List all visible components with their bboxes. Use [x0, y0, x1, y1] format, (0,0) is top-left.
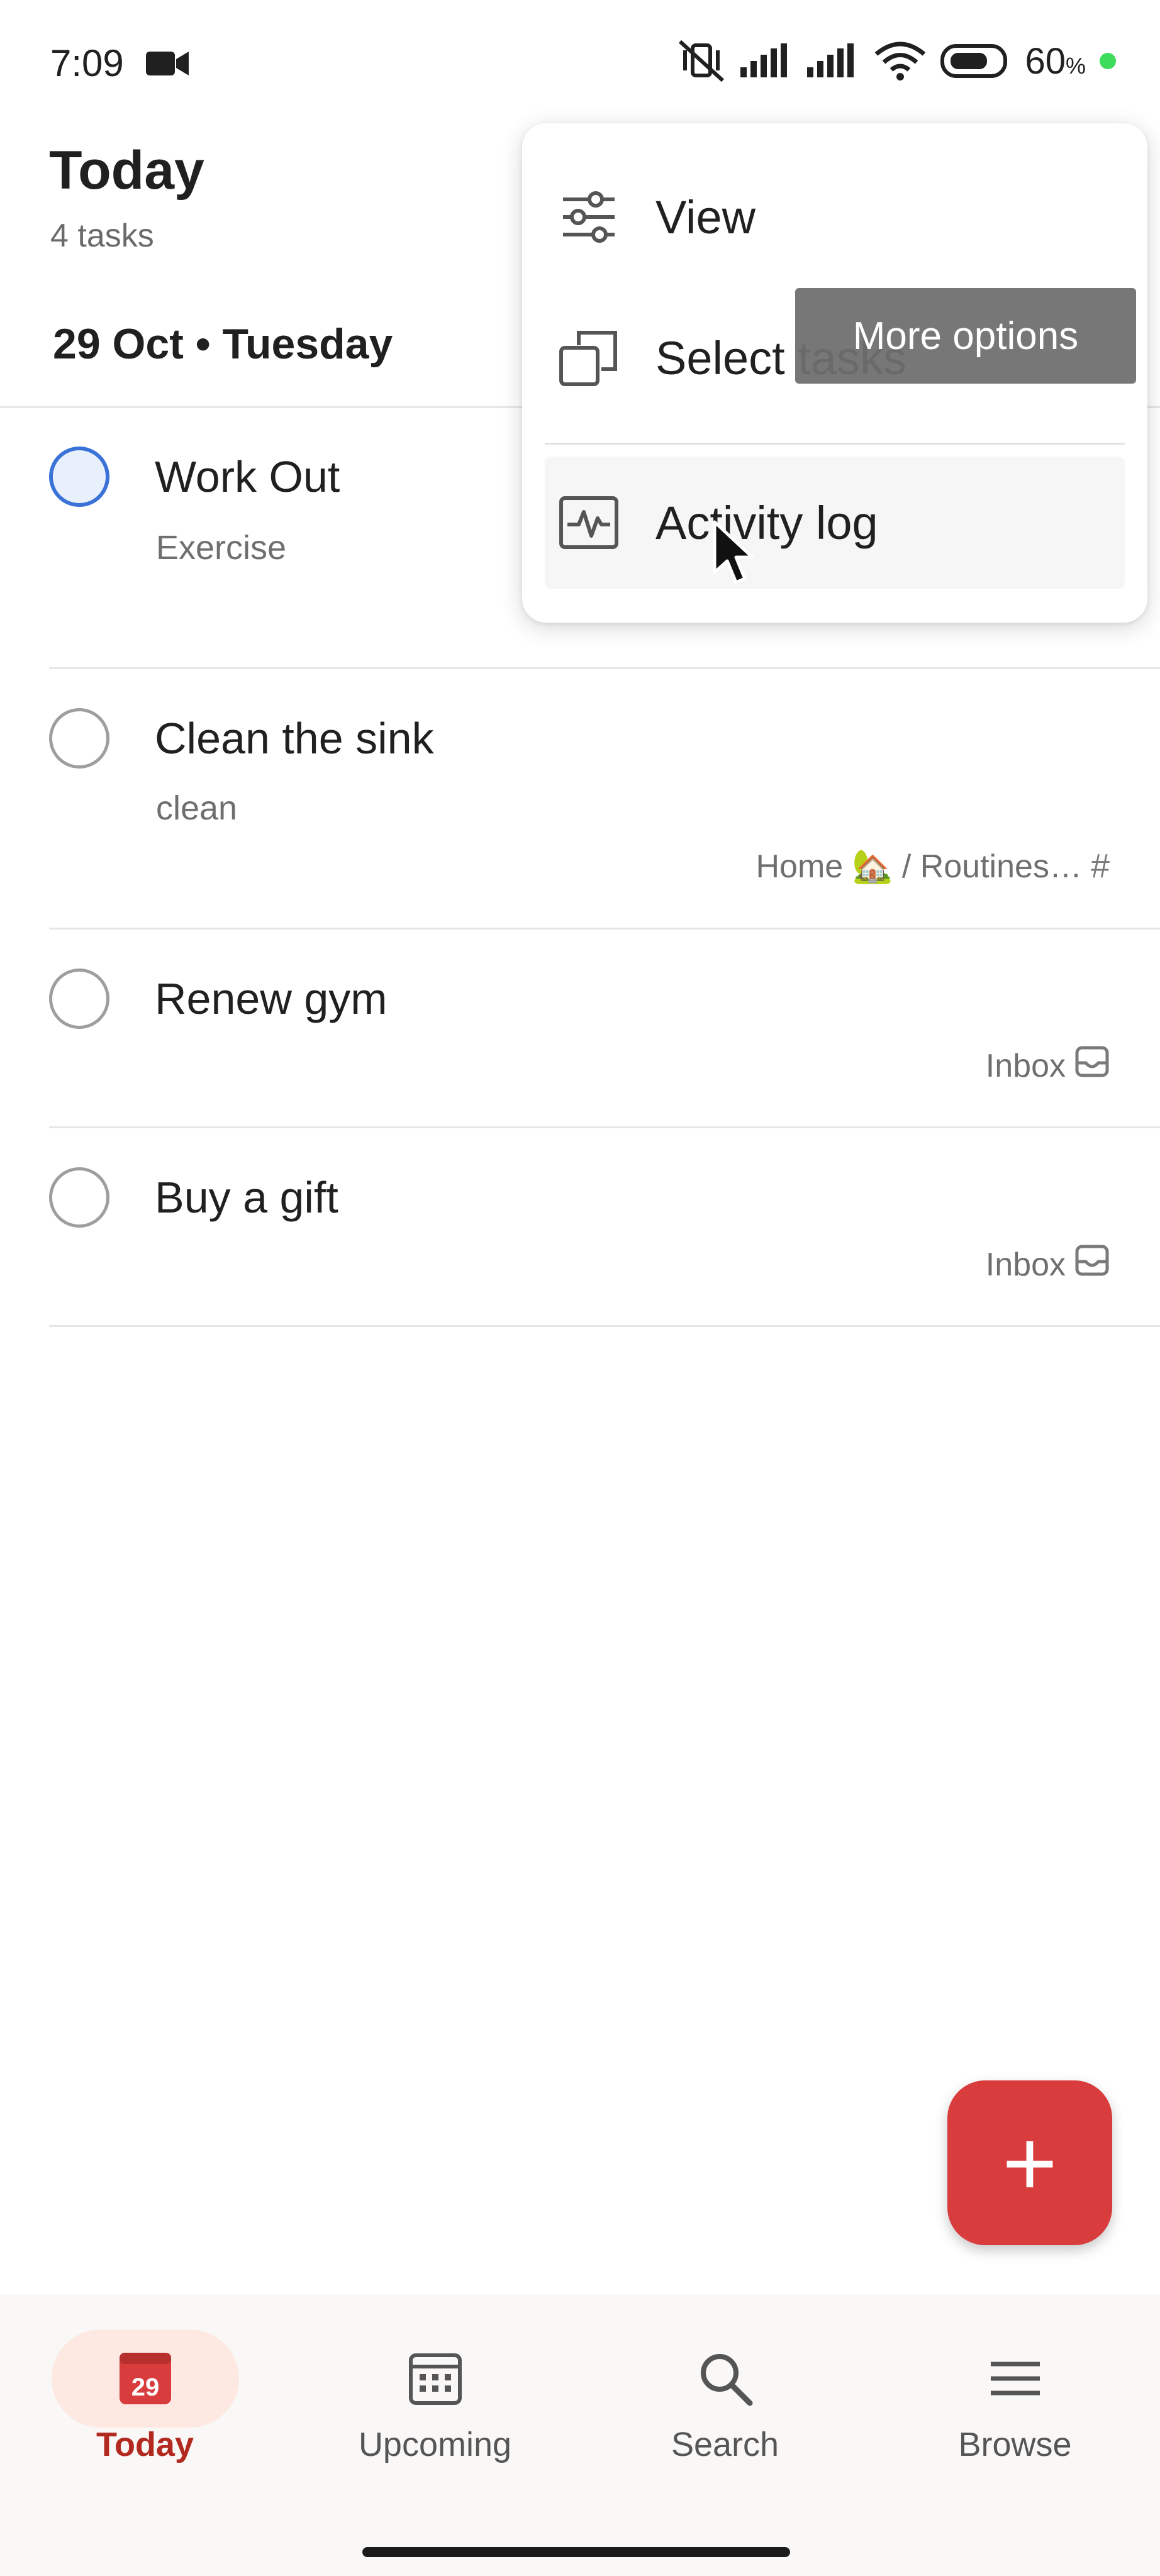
task-title: Work Out — [155, 452, 340, 501]
task-row-buy-a-gift[interactable]: Buy a gift Inbox — [49, 1128, 1160, 1327]
video-camera-icon — [146, 49, 190, 81]
menu-item-label: View — [655, 191, 756, 243]
task-project: Inbox — [986, 1045, 1110, 1086]
menu-item-view[interactable]: View — [545, 151, 1125, 283]
calendar-badge: 29 — [131, 2373, 159, 2401]
status-bar: 7:09 60% — [0, 0, 1160, 132]
nav-item-today[interactable]: 29 Today — [0, 2294, 290, 2483]
add-task-button[interactable]: + — [947, 2080, 1112, 2245]
task-title: Renew gym — [155, 974, 388, 1023]
inbox-icon — [1074, 1244, 1110, 1285]
vibrate-off-icon — [676, 39, 727, 83]
nav-label: Today — [96, 2426, 194, 2463]
task-checkbox[interactable] — [49, 708, 109, 769]
task-project: Inbox — [986, 1244, 1110, 1285]
status-time: 7:09 — [50, 42, 124, 84]
bottom-navigation: 29 Today Upcoming Search Browse — [0, 2294, 1160, 2576]
nav-item-upcoming[interactable]: Upcoming — [290, 2294, 580, 2483]
battery-icon — [940, 44, 1011, 78]
menu-item-activity-log[interactable]: Activity log — [545, 457, 1125, 589]
hashtag-icon: # — [1090, 847, 1110, 885]
task-checkbox[interactable] — [49, 969, 109, 1029]
more-options-tooltip: More options — [795, 288, 1136, 384]
wifi-icon — [874, 42, 927, 80]
signal-icon — [740, 43, 793, 79]
task-checkbox[interactable] — [49, 1167, 109, 1228]
search-icon — [697, 2347, 754, 2410]
nav-item-search[interactable]: Search — [580, 2294, 870, 2483]
nav-label: Upcoming — [358, 2426, 512, 2463]
activity-icon — [545, 496, 633, 550]
privacy-indicator — [1100, 53, 1116, 69]
task-title: Buy a gift — [155, 1173, 338, 1222]
task-description: Exercise — [156, 529, 287, 567]
status-indicators: 60% — [676, 39, 1116, 83]
project-label: Home 🏡 / Routines… — [756, 848, 1082, 885]
page-title: Today — [49, 140, 204, 201]
inbox-icon — [1074, 1045, 1110, 1086]
sliders-icon — [545, 191, 633, 243]
project-label: Inbox — [985, 1047, 1066, 1084]
home-indicator[interactable] — [362, 2547, 790, 2557]
nav-label: Browse — [958, 2426, 1072, 2463]
calendar-today-icon: 29 — [117, 2347, 174, 2410]
nav-label: Search — [671, 2426, 779, 2463]
calendar-grid-icon — [407, 2347, 464, 2410]
nav-item-browse[interactable]: Browse — [870, 2294, 1160, 2483]
mouse-cursor-icon — [711, 519, 755, 592]
task-row-renew-gym[interactable]: Renew gym Inbox — [49, 930, 1160, 1128]
menu-icon — [987, 2347, 1044, 2410]
task-checkbox[interactable] — [49, 447, 109, 507]
project-label: Inbox — [985, 1246, 1066, 1283]
signal-icon-2 — [807, 43, 860, 79]
task-row-clean-the-sink[interactable]: Clean the sink clean Home 🏡 / Routines… … — [49, 669, 1160, 930]
plus-icon: + — [1002, 2110, 1057, 2216]
copy-icon — [545, 326, 633, 389]
task-count: 4 tasks — [50, 218, 154, 254]
task-project: Home 🏡 / Routines… # — [756, 847, 1110, 886]
menu-divider — [545, 443, 1125, 445]
date-header: 29 Oct • Tuesday — [53, 320, 393, 368]
battery-level: 60% — [1025, 40, 1086, 82]
task-title: Clean the sink — [155, 714, 434, 763]
task-description: clean — [156, 789, 238, 827]
menu-item-label: Activity log — [655, 496, 878, 549]
divider — [49, 1325, 1160, 1327]
